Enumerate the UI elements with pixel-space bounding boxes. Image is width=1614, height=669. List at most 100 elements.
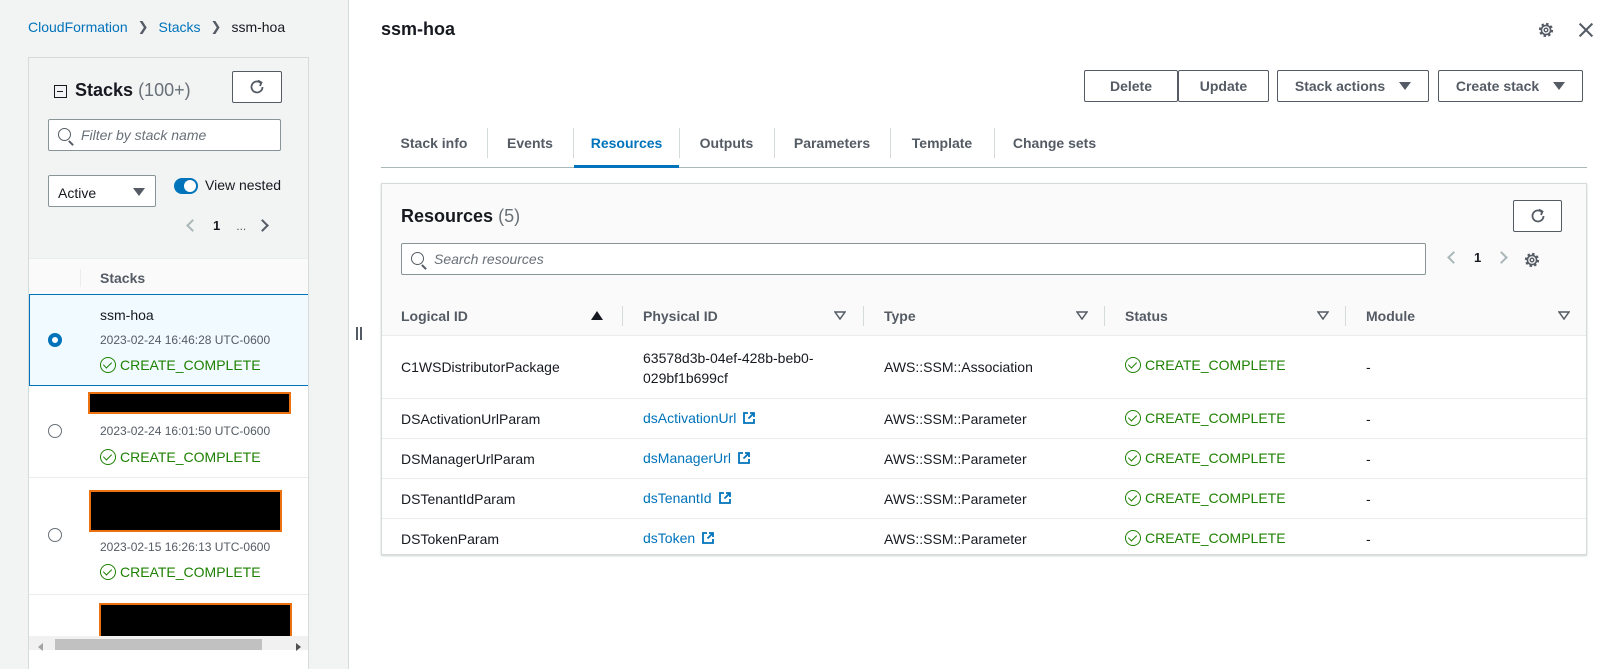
sort-descending-icon[interactable] bbox=[1558, 311, 1570, 320]
resources-refresh-button[interactable] bbox=[1513, 200, 1562, 232]
column-divider[interactable] bbox=[622, 306, 623, 326]
column-type[interactable]: Type bbox=[884, 308, 916, 324]
refresh-icon bbox=[1531, 208, 1544, 223]
physical-id-link-text[interactable]: dsActivationUrl bbox=[643, 410, 736, 426]
sort-descending-icon[interactable] bbox=[1076, 311, 1088, 320]
resources-page-number[interactable]: 1 bbox=[1474, 250, 1481, 265]
horizontal-scrollbar[interactable] bbox=[29, 636, 308, 651]
resources-header: Resources (5) 1 bbox=[382, 184, 1586, 296]
physical-id-link[interactable]: dsTenantId bbox=[643, 490, 732, 506]
status-ok-icon bbox=[100, 449, 116, 465]
create-stack-button[interactable]: Create stack bbox=[1438, 70, 1583, 102]
collapse-icon[interactable] bbox=[54, 85, 67, 98]
stack-row[interactable]: 2023-02-15 16:26:13 UTC-0600 CREATE_COMP… bbox=[29, 478, 308, 595]
stack-row-ssm-hoa[interactable]: ssm-hoa 2023-02-24 16:46:28 UTC-0600 CRE… bbox=[29, 294, 308, 386]
stack-tabs: Stack info Events Resources Outputs Para… bbox=[381, 118, 1587, 168]
stack-row[interactable]: 2023-02-24 16:01:50 UTC-0600 CREATE_COMP… bbox=[29, 386, 308, 478]
stack-radio[interactable] bbox=[48, 333, 62, 347]
chevron-right-icon[interactable] bbox=[256, 219, 270, 232]
status-ok-icon bbox=[1125, 410, 1141, 426]
tab-outputs[interactable]: Outputs bbox=[679, 118, 774, 167]
stacks-pagination: 1 ... bbox=[186, 218, 270, 233]
resources-title-text: Resources bbox=[401, 206, 494, 226]
stack-actions-button[interactable]: Stack actions bbox=[1277, 70, 1429, 102]
table-row: DSTenantIdParam dsTenantId AWS::SSM::Par… bbox=[382, 478, 1586, 518]
resource-type: AWS::SSM::Parameter bbox=[884, 451, 1027, 467]
status-filter-select[interactable]: Active bbox=[48, 175, 156, 207]
stack-status: CREATE_COMPLETE bbox=[100, 564, 261, 580]
resource-module: - bbox=[1366, 411, 1371, 427]
physical-id: 63578d3b-04ef-428b-beb0- 029bf1b699cf bbox=[643, 348, 813, 388]
resources-search-input[interactable] bbox=[434, 244, 1414, 274]
chevron-right-icon[interactable] bbox=[1495, 251, 1509, 264]
resources-pagination: 1 bbox=[1447, 250, 1509, 265]
view-nested-label: View nested bbox=[205, 177, 282, 193]
chevron-left-icon[interactable] bbox=[1447, 251, 1460, 264]
external-link-icon bbox=[743, 412, 756, 424]
chevron-left-icon[interactable] bbox=[186, 219, 199, 232]
status-ok-icon bbox=[1125, 357, 1141, 373]
settings-gear-icon[interactable] bbox=[1537, 21, 1555, 39]
tab-change-sets[interactable]: Change sets bbox=[994, 118, 1115, 167]
physical-id-link-text[interactable]: dsTenantId bbox=[643, 490, 712, 506]
scrollbar-thumb[interactable] bbox=[55, 639, 262, 650]
stacks-title-text: Stacks bbox=[75, 80, 134, 100]
stack-status-text: CREATE_COMPLETE bbox=[120, 449, 261, 465]
close-icon[interactable] bbox=[1577, 21, 1595, 39]
resource-module: - bbox=[1366, 359, 1371, 375]
stacks-refresh-button[interactable] bbox=[232, 71, 282, 103]
tab-parameters[interactable]: Parameters bbox=[774, 118, 890, 167]
physical-id-link-text[interactable]: dsToken bbox=[643, 530, 695, 546]
resources-search bbox=[401, 243, 1426, 275]
update-button[interactable]: Update bbox=[1178, 70, 1269, 102]
breadcrumb-cloudformation[interactable]: CloudFormation bbox=[28, 19, 128, 35]
physical-id-link[interactable]: dsToken bbox=[643, 530, 715, 546]
scroll-left-icon[interactable] bbox=[38, 643, 43, 651]
physical-id-line-2: 029bf1b699cf bbox=[643, 370, 728, 386]
physical-id-link-text[interactable]: dsManagerUrl bbox=[643, 450, 731, 466]
sort-descending-icon[interactable] bbox=[1317, 311, 1329, 320]
column-divider bbox=[80, 269, 81, 287]
physical-id-link[interactable]: dsActivationUrl bbox=[643, 410, 756, 426]
sort-descending-icon[interactable] bbox=[834, 311, 846, 320]
stack-filter-input[interactable] bbox=[81, 120, 276, 150]
stack-radio[interactable] bbox=[48, 424, 62, 438]
page-title: ssm-hoa bbox=[381, 19, 456, 39]
logical-id: DSActivationUrlParam bbox=[401, 411, 541, 427]
stacks-count: (100+) bbox=[138, 80, 191, 100]
tab-resources[interactable]: Resources bbox=[574, 118, 679, 168]
chevron-right-icon: ❯ bbox=[137, 19, 149, 34]
tab-events[interactable]: Events bbox=[487, 118, 573, 167]
search-icon bbox=[58, 128, 71, 141]
stack-radio[interactable] bbox=[48, 528, 62, 542]
resource-module: - bbox=[1366, 491, 1371, 507]
column-logical-id[interactable]: Logical ID bbox=[401, 308, 468, 324]
physical-id-line-1: 63578d3b-04ef-428b-beb0- bbox=[643, 350, 814, 366]
resource-type: AWS::SSM::Association bbox=[884, 359, 1033, 375]
table-settings-gear-icon[interactable] bbox=[1523, 251, 1541, 269]
tab-template[interactable]: Template bbox=[890, 118, 994, 167]
panel-resize-handle[interactable] bbox=[355, 327, 363, 341]
column-physical-id[interactable]: Physical ID bbox=[643, 308, 718, 324]
stacks-page-number[interactable]: 1 bbox=[213, 218, 220, 233]
column-divider[interactable] bbox=[863, 306, 864, 326]
status-ok-icon bbox=[1125, 530, 1141, 546]
table-row: C1WSDistributorPackage 63578d3b-04ef-428… bbox=[382, 336, 1586, 398]
stack-status-text: CREATE_COMPLETE bbox=[120, 564, 261, 580]
breadcrumb-stacks[interactable]: Stacks bbox=[159, 19, 201, 35]
stacks-page-ellipsis: ... bbox=[236, 218, 247, 233]
column-module[interactable]: Module bbox=[1366, 308, 1415, 324]
column-divider[interactable] bbox=[1104, 306, 1105, 326]
delete-button[interactable]: Delete bbox=[1084, 70, 1178, 102]
column-status[interactable]: Status bbox=[1125, 308, 1168, 324]
stack-created-time: 2023-02-24 16:46:28 UTC-0600 bbox=[100, 333, 271, 347]
physical-id-link[interactable]: dsManagerUrl bbox=[643, 450, 751, 466]
scroll-right-icon[interactable] bbox=[296, 643, 301, 651]
tab-stack-info[interactable]: Stack info bbox=[381, 118, 487, 167]
view-nested-toggle[interactable] bbox=[174, 178, 198, 194]
redacted-stack-name bbox=[89, 490, 282, 532]
stacks-sidebar: CloudFormation ❯ Stacks ❯ ssm-hoa Stacks… bbox=[0, 0, 349, 669]
column-divider[interactable] bbox=[1345, 306, 1346, 326]
sort-ascending-icon[interactable] bbox=[591, 311, 603, 320]
stack-name[interactable]: ssm-hoa bbox=[100, 307, 154, 323]
